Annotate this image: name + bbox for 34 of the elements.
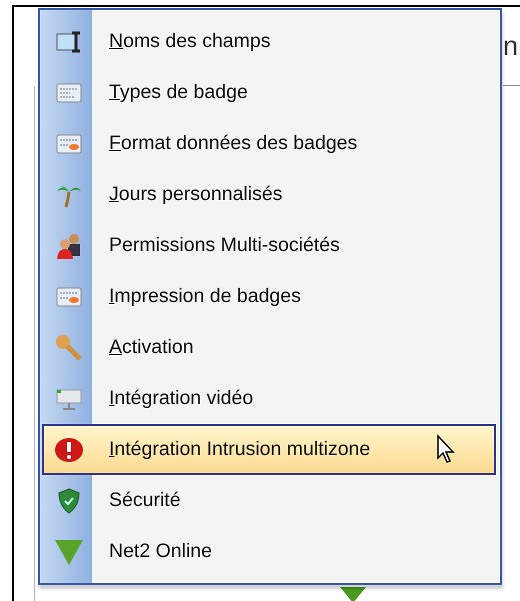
text-field-icon	[56, 30, 82, 54]
menu-item-label: Activation	[109, 336, 194, 359]
menu-item-label: Intégration vidéo	[109, 387, 254, 410]
menu-item-label: Intégration Intrusion multizone	[109, 438, 370, 461]
menu-item-label: Format données des badges	[109, 132, 358, 155]
menu-item-label: Sécurité	[109, 489, 181, 512]
triangle-icon	[54, 538, 84, 566]
menu-item-label: Types de badge	[109, 81, 248, 104]
card-icon	[56, 132, 82, 154]
menu-item[interactable]: Sécurité	[42, 475, 496, 526]
monitor-icon	[55, 386, 83, 410]
menu-item[interactable]: Net2 Online	[42, 526, 496, 577]
menu-item[interactable]: Intégration vidéo	[42, 373, 496, 424]
menu-item[interactable]: Intégration Intrusion multizone	[42, 424, 496, 475]
triangle-icon	[340, 587, 366, 601]
shield-icon	[57, 488, 81, 514]
alert-icon	[54, 436, 84, 462]
window-title: n	[503, 32, 518, 60]
menu-item[interactable]: Permissions Multi-sociétés	[42, 220, 496, 271]
menu-item-label: Noms des champs	[109, 30, 270, 53]
card-icon	[56, 82, 82, 104]
menu-item[interactable]: Format données des badges	[42, 118, 496, 169]
menu-item-label: Impression de badges	[109, 285, 301, 308]
menu-item[interactable]: Noms des champs	[42, 16, 496, 67]
people-icon	[55, 232, 83, 260]
menu-item[interactable]: Jours personnalisés	[42, 169, 496, 220]
menu-item[interactable]: Impression de badges	[42, 271, 496, 322]
menu-item[interactable]: Activation	[42, 322, 496, 373]
menu-item-label: Permissions Multi-sociétés	[109, 234, 340, 257]
card-icon	[56, 286, 82, 308]
menu-item[interactable]: Types de badge	[42, 67, 496, 118]
menu-item-label: Net2 Online	[109, 540, 212, 563]
key-icon	[55, 334, 83, 362]
menu-item-label: Jours personnalisés	[109, 183, 282, 206]
